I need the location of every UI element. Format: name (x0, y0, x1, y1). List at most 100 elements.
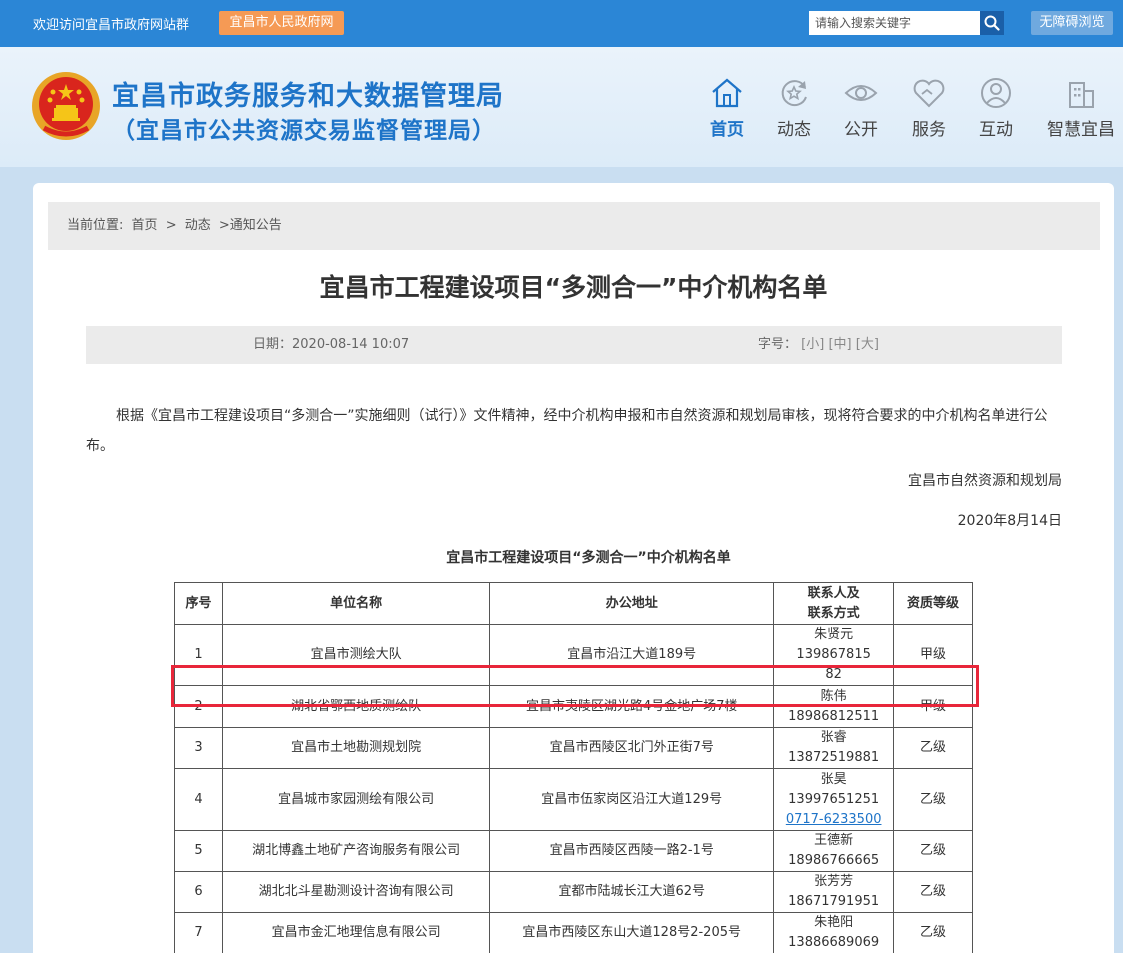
table-row: 1 宜昌市测绘大队 宜昌市沿江大道189号 朱贤元 139867815 82 甲级 (174, 624, 973, 686)
contact-line: 朱艳阳 (814, 915, 854, 930)
breadcrumb-prefix: 当前位置: (67, 218, 124, 233)
breadcrumb-notices[interactable]: 通知公告 (230, 218, 282, 233)
table-row: 2 湖北省鄂西地质测绘队 宜昌市夷陵区湖光路4号金地广场7楼 陈伟 1898681251… (174, 685, 973, 728)
header-level: 资质等级 (893, 582, 973, 625)
phone-link[interactable]: 0717-6233500 (776, 810, 891, 830)
row-address: 宜都市陆城长江大道62号 (489, 871, 775, 913)
breadcrumb-home[interactable]: 首页 (132, 218, 158, 233)
search-button[interactable] (980, 11, 1004, 35)
city-icon (1069, 82, 1094, 108)
nav-news[interactable]: 动态 (759, 75, 829, 140)
nav-open[interactable]: 公开 (826, 75, 896, 140)
article-sign-date: 2020年8月14日 (957, 513, 1062, 529)
row-address: 宜昌市西陵区北门外正街7号 (489, 727, 775, 769)
row-level: 甲级 (893, 685, 973, 728)
row-no: 7 (174, 912, 223, 953)
contact-line: 13886689069 (788, 935, 880, 950)
row-contact: 朱贤元 139867815 82 (773, 624, 895, 686)
contact-line: 朱贤元 139867815 (796, 627, 871, 662)
search-input[interactable] (809, 11, 980, 35)
article-title: 宜昌市工程建设项目“多测合一”中介机构名单 (319, 273, 828, 302)
row-contact: 张芳芳 18671791951 (773, 871, 895, 913)
row-name: 湖北省鄂西地质测绘队 (221, 685, 491, 728)
table-row: 4 宜昌城市家园测绘有限公司 宜昌市伍家岗区沿江大道129号 张昊 1399765125… (174, 768, 973, 831)
row-name: 湖北北斗星勘测设计咨询有限公司 (221, 871, 491, 913)
row-level: 甲级 (893, 624, 973, 686)
home-icon (712, 78, 742, 108)
accessibility-button[interactable]: 无障碍浏览 (1031, 11, 1113, 35)
row-level: 乙级 (893, 871, 973, 913)
contact-line: 张芳芳 (814, 874, 854, 889)
publish-date: 日期：2020-08-14 10:07 (253, 337, 410, 352)
row-contact: 陈伟 18986812511 (773, 685, 895, 728)
table-title: 宜昌市工程建设项目“多测合一”中介机构名单 (446, 550, 731, 566)
row-no: 2 (174, 685, 223, 728)
site-header: 宜昌市政务服务和大数据管理局 （宜昌市公共资源交易监督管理局） 首页 动态 公开… (0, 47, 1123, 167)
row-name: 宜昌城市家园测绘有限公司 (221, 768, 491, 831)
contact-line: 13997651251 (788, 791, 880, 807)
contact-line: 王德新 (814, 833, 854, 848)
contact-line: 82 (825, 667, 842, 682)
search-icon (984, 15, 1000, 31)
row-no: 4 (174, 768, 223, 831)
site-subtitle: （宜昌市公共资源交易监督管理局） (112, 118, 496, 144)
article-signer: 宜昌市自然资源和规划局 (908, 473, 1062, 489)
row-level: 乙级 (893, 727, 973, 769)
article-paragraph: 根据《宜昌市工程建设项目“多测合一”实施细则（试行）》文件精神，经中介机构申报和… (86, 408, 1048, 454)
row-level: 乙级 (893, 768, 973, 831)
contact-line: 陈伟 (820, 688, 847, 704)
agency-table: 序号 单位名称 办公地址 联系人及 联系方式 资质等级 1 宜昌市测绘大队 宜昌市沿… (174, 582, 973, 953)
site-title: 宜昌市政务服务和大数据管理局 (112, 81, 504, 112)
gov-portal-link[interactable]: 宜昌市人民政府网 (219, 11, 344, 35)
nav-home[interactable]: 首页 (692, 75, 762, 140)
eye-icon (844, 85, 878, 101)
row-address: 宜昌市伍家岗区沿江大道129号 (489, 768, 775, 831)
table-row: 3 宜昌市土地勘测规划院 宜昌市西陵区北门外正街7号 张睿 13872519881 乙级 (174, 727, 973, 769)
contact-line: 18986812511 (788, 708, 880, 724)
table-header-row: 序号 单位名称 办公地址 联系人及 联系方式 资质等级 (174, 582, 973, 625)
contact-line: 18986766665 (788, 853, 880, 868)
row-address: 宜昌市西陵区东山大道128号2-205号 (489, 912, 775, 953)
welcome-text: 欢迎访问宜昌市政府网站群 (33, 18, 190, 33)
table-row: 6 湖北北斗星勘测设计咨询有限公司 宜都市陆城长江大道62号 张芳芳 186717919… (174, 871, 973, 913)
contact-line: 张昊 (820, 771, 847, 787)
national-emblem-icon (32, 72, 100, 140)
table-row: 5 湖北博鑫土地矿产咨询服务有限公司 宜昌市西陵区西陵一路2-1号 王德新 189867… (174, 830, 973, 872)
row-address: 宜昌市夷陵区湖光路4号金地广场7楼 (489, 685, 775, 728)
row-address: 宜昌市西陵区西陵一路2-1号 (489, 830, 775, 872)
header-name: 单位名称 (221, 582, 491, 625)
row-no: 6 (174, 871, 223, 913)
breadcrumb-separator: > (218, 218, 230, 233)
user-circle-icon (981, 78, 1011, 108)
contact-line: 13872519881 (788, 750, 880, 765)
breadcrumb: 当前位置: 首页 > 动态 >通知公告 (48, 202, 1100, 250)
nav-smart-city[interactable]: 智慧宜昌 (1044, 75, 1118, 140)
row-level: 乙级 (893, 912, 973, 953)
heart-hands-icon (913, 79, 945, 108)
font-size-small-button[interactable]: [小] (801, 337, 824, 352)
contact-line: 张睿 (820, 730, 847, 745)
row-contact: 张睿 13872519881 (773, 727, 895, 769)
table-row: 7 宜昌市金汇地理信息有限公司 宜昌市西陵区东山大道128号2-205号 朱艳阳 138… (174, 912, 973, 953)
content-card: 当前位置: 首页 > 动态 >通知公告 宜昌市工程建设项目“多测合一”中介机构名… (33, 183, 1114, 953)
row-contact: 朱艳阳 13886689069 (773, 912, 895, 953)
header-contact: 联系人及 联系方式 (773, 582, 895, 625)
header-address: 办公地址 (489, 582, 775, 625)
star-refresh-icon (781, 80, 807, 107)
row-no: 1 (174, 624, 223, 686)
nav-service[interactable]: 服务 (894, 75, 964, 140)
nav-interact[interactable]: 互动 (961, 75, 1031, 140)
contact-line: 18671791951 (788, 894, 880, 909)
row-no: 3 (174, 727, 223, 769)
font-size-control: 字号： [小] [中] [大] (758, 326, 879, 364)
row-contact: 张昊 13997651251 0717-6233500 (773, 768, 895, 831)
font-size-medium-button[interactable]: [中] (828, 337, 851, 352)
row-name: 宜昌市测绘大队 (221, 624, 491, 686)
breadcrumb-news[interactable]: 动态 (185, 218, 211, 233)
row-name: 湖北博鑫土地矿产咨询服务有限公司 (221, 830, 491, 872)
row-level: 乙级 (893, 830, 973, 872)
row-contact: 王德新 18986766665 (773, 830, 895, 872)
header-no: 序号 (174, 582, 223, 625)
font-size-label: 字号： (758, 337, 798, 352)
font-size-large-button[interactable]: [大] (856, 337, 879, 352)
